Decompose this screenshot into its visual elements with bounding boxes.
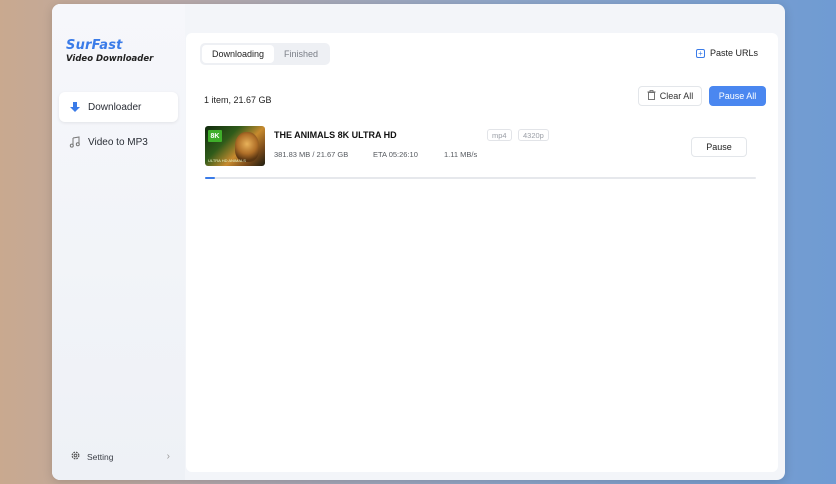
format-badge: mp4 [487, 129, 512, 141]
app-brand: SurFast Video Downloader [66, 38, 153, 64]
download-speed: 1.11 MB/s [444, 150, 478, 159]
music-note-icon [68, 136, 81, 149]
sidebar-item-downloader[interactable]: Downloader [59, 92, 178, 122]
gear-icon [70, 450, 81, 463]
app-window: SurFast Video Downloader Downloader Vide… [52, 4, 785, 480]
download-size: 381.83 MB / 21.67 GB [274, 150, 349, 159]
app-name: SurFast [66, 38, 123, 53]
trash-icon [647, 90, 656, 102]
resolution-badge: 4320p [518, 129, 549, 141]
setting-label: Setting [87, 451, 114, 462]
app-subtitle: Video Downloader [66, 54, 154, 64]
paste-urls-label: Paste URLs [709, 48, 758, 58]
sidebar-item-setting[interactable]: Setting › [70, 450, 170, 463]
chevron-right-icon: › [166, 451, 170, 462]
sidebar: SurFast Video Downloader Downloader Vide… [52, 4, 185, 480]
download-summary: 1 item, 21.67 GB [204, 95, 272, 105]
sidebar-item-label: Video to MP3 [88, 136, 148, 148]
paste-urls-button[interactable]: + Paste URLs [695, 48, 758, 58]
video-thumbnail: 8K ULTRA HD ANIMALS [205, 126, 265, 166]
plus-icon: + [695, 48, 705, 58]
download-progress-fill [205, 177, 215, 179]
pause-button[interactable]: Pause [691, 137, 747, 157]
tab-finished[interactable]: Finished [274, 45, 328, 63]
sidebar-item-label: Downloader [88, 101, 142, 113]
sidebar-item-video-to-mp3[interactable]: Video to MP3 [59, 127, 178, 157]
tab-downloading[interactable]: Downloading [202, 45, 275, 63]
thumbnail-8k-badge: 8K [208, 130, 222, 142]
thumbnail-caption: ULTRA HD ANIMALS [208, 158, 246, 163]
download-eta: ETA 05:26:10 [373, 150, 418, 159]
clear-all-button[interactable]: Clear All [638, 86, 702, 106]
download-progress-bar [205, 177, 756, 179]
video-title: THE ANIMALS 8K ULTRA HD [274, 130, 397, 140]
download-arrow-icon [68, 101, 81, 114]
clear-all-label: Clear All [659, 91, 694, 101]
main-panel: Downloading Finished + Paste URLs 1 item… [186, 33, 778, 472]
tab-bar: Downloading Finished [200, 43, 331, 65]
pause-all-button[interactable]: Pause All [709, 86, 766, 106]
